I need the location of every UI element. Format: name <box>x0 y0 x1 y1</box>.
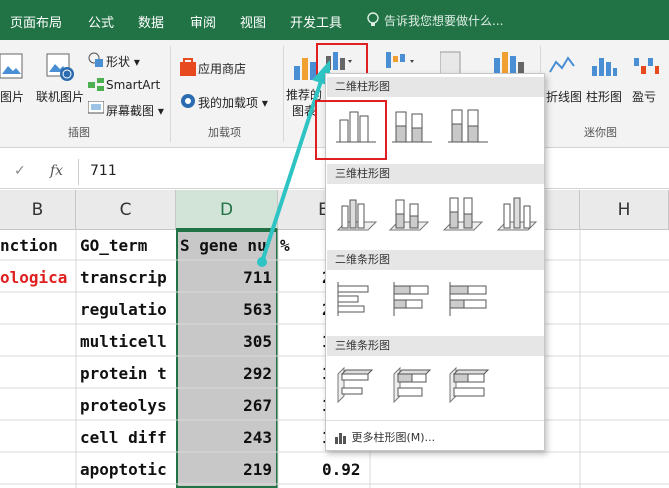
screenshot-label[interactable]: 屏幕截图 ▾ <box>106 102 164 119</box>
formula-input[interactable]: 711 <box>90 163 117 179</box>
section-3d-bar: 三维条形图 <box>327 336 544 356</box>
column-header-c[interactable]: C <box>76 190 176 230</box>
tell-me-text: 告诉我您想要做什么... <box>384 14 504 28</box>
tab-formulas[interactable]: 公式 <box>88 12 114 31</box>
shapes-label[interactable]: 形状 ▾ <box>106 53 140 70</box>
column-header-h[interactable]: H <box>580 190 669 230</box>
addins-icon[interactable] <box>180 92 196 110</box>
screenshot-icon[interactable] <box>88 101 104 115</box>
sparkline-column-label[interactable]: 柱形图 <box>586 88 622 105</box>
store-icon[interactable] <box>180 58 196 76</box>
online-pictures-label[interactable]: 联机图片 <box>36 88 84 105</box>
section-2d-bar: 二维条形图 <box>327 250 544 270</box>
illustrations-group-label: 插图 <box>68 126 90 139</box>
sparklines-group-label: 迷你图 <box>584 126 617 139</box>
function-icon[interactable]: fx <box>50 163 63 179</box>
3d-clustered-bar-icon[interactable] <box>332 364 380 406</box>
hierarchy-chart-icon[interactable] <box>386 50 418 70</box>
section-2d-column: 二维柱形图 <box>327 77 544 97</box>
cancel-icon[interactable]: ✓ <box>14 163 26 179</box>
3d-stacked-bar-icon[interactable] <box>388 364 436 406</box>
shapes-icon[interactable] <box>88 52 104 68</box>
ribbon-tabs: 页面布局 公式 数据 审阅 视图 开发工具 告诉我您想要做什么... <box>0 0 669 40</box>
section-3d-column: 三维柱形图 <box>327 164 544 184</box>
dropdown-separator <box>326 420 544 421</box>
tab-developer[interactable]: 开发工具 <box>290 12 342 31</box>
tab-page-layout[interactable]: 页面布局 <box>10 12 62 31</box>
percent-stacked-bar-icon[interactable] <box>444 278 492 320</box>
sparkline-column-icon[interactable] <box>590 54 618 78</box>
3d-column-icon[interactable] <box>492 192 540 234</box>
app-store-label[interactable]: 应用商店 <box>198 60 246 77</box>
more-column-charts-link[interactable]: 更多柱形图(M)... <box>334 429 435 445</box>
group-separator <box>170 46 171 142</box>
column-header-b[interactable]: B <box>0 190 76 230</box>
tab-data[interactable]: 数据 <box>138 12 164 31</box>
tab-view[interactable]: 视图 <box>240 12 266 31</box>
smartart-label[interactable]: SmartArt <box>106 78 160 92</box>
pictures-label[interactable]: 图片 <box>0 88 24 105</box>
lightbulb-icon <box>367 12 379 26</box>
addins-group-label: 加载项 <box>208 126 241 139</box>
sparkline-winloss-icon[interactable] <box>632 54 660 78</box>
clustered-column-highlight <box>315 100 387 160</box>
smartart-icon[interactable] <box>88 78 104 92</box>
sparkline-line-icon[interactable] <box>548 54 576 78</box>
more-charts-icon <box>335 433 346 444</box>
percent-stacked-column-icon[interactable] <box>444 104 492 146</box>
3d-stacked-column-icon[interactable] <box>384 192 432 234</box>
3d-clustered-column-icon[interactable] <box>332 192 380 234</box>
formula-separator <box>78 159 79 185</box>
sparkline-winloss-label[interactable]: 盈亏 <box>632 88 656 105</box>
pictures-icon[interactable] <box>0 52 24 82</box>
tab-review[interactable]: 审阅 <box>190 12 216 31</box>
online-pictures-icon[interactable] <box>45 52 75 82</box>
sparkline-line-label[interactable]: 折线图 <box>546 88 582 105</box>
3d-percent-column-icon[interactable] <box>438 192 486 234</box>
stacked-column-icon[interactable] <box>388 104 436 146</box>
stacked-bar-icon[interactable] <box>388 278 436 320</box>
3d-percent-bar-icon[interactable] <box>444 364 492 406</box>
clustered-bar-icon[interactable] <box>332 278 380 320</box>
